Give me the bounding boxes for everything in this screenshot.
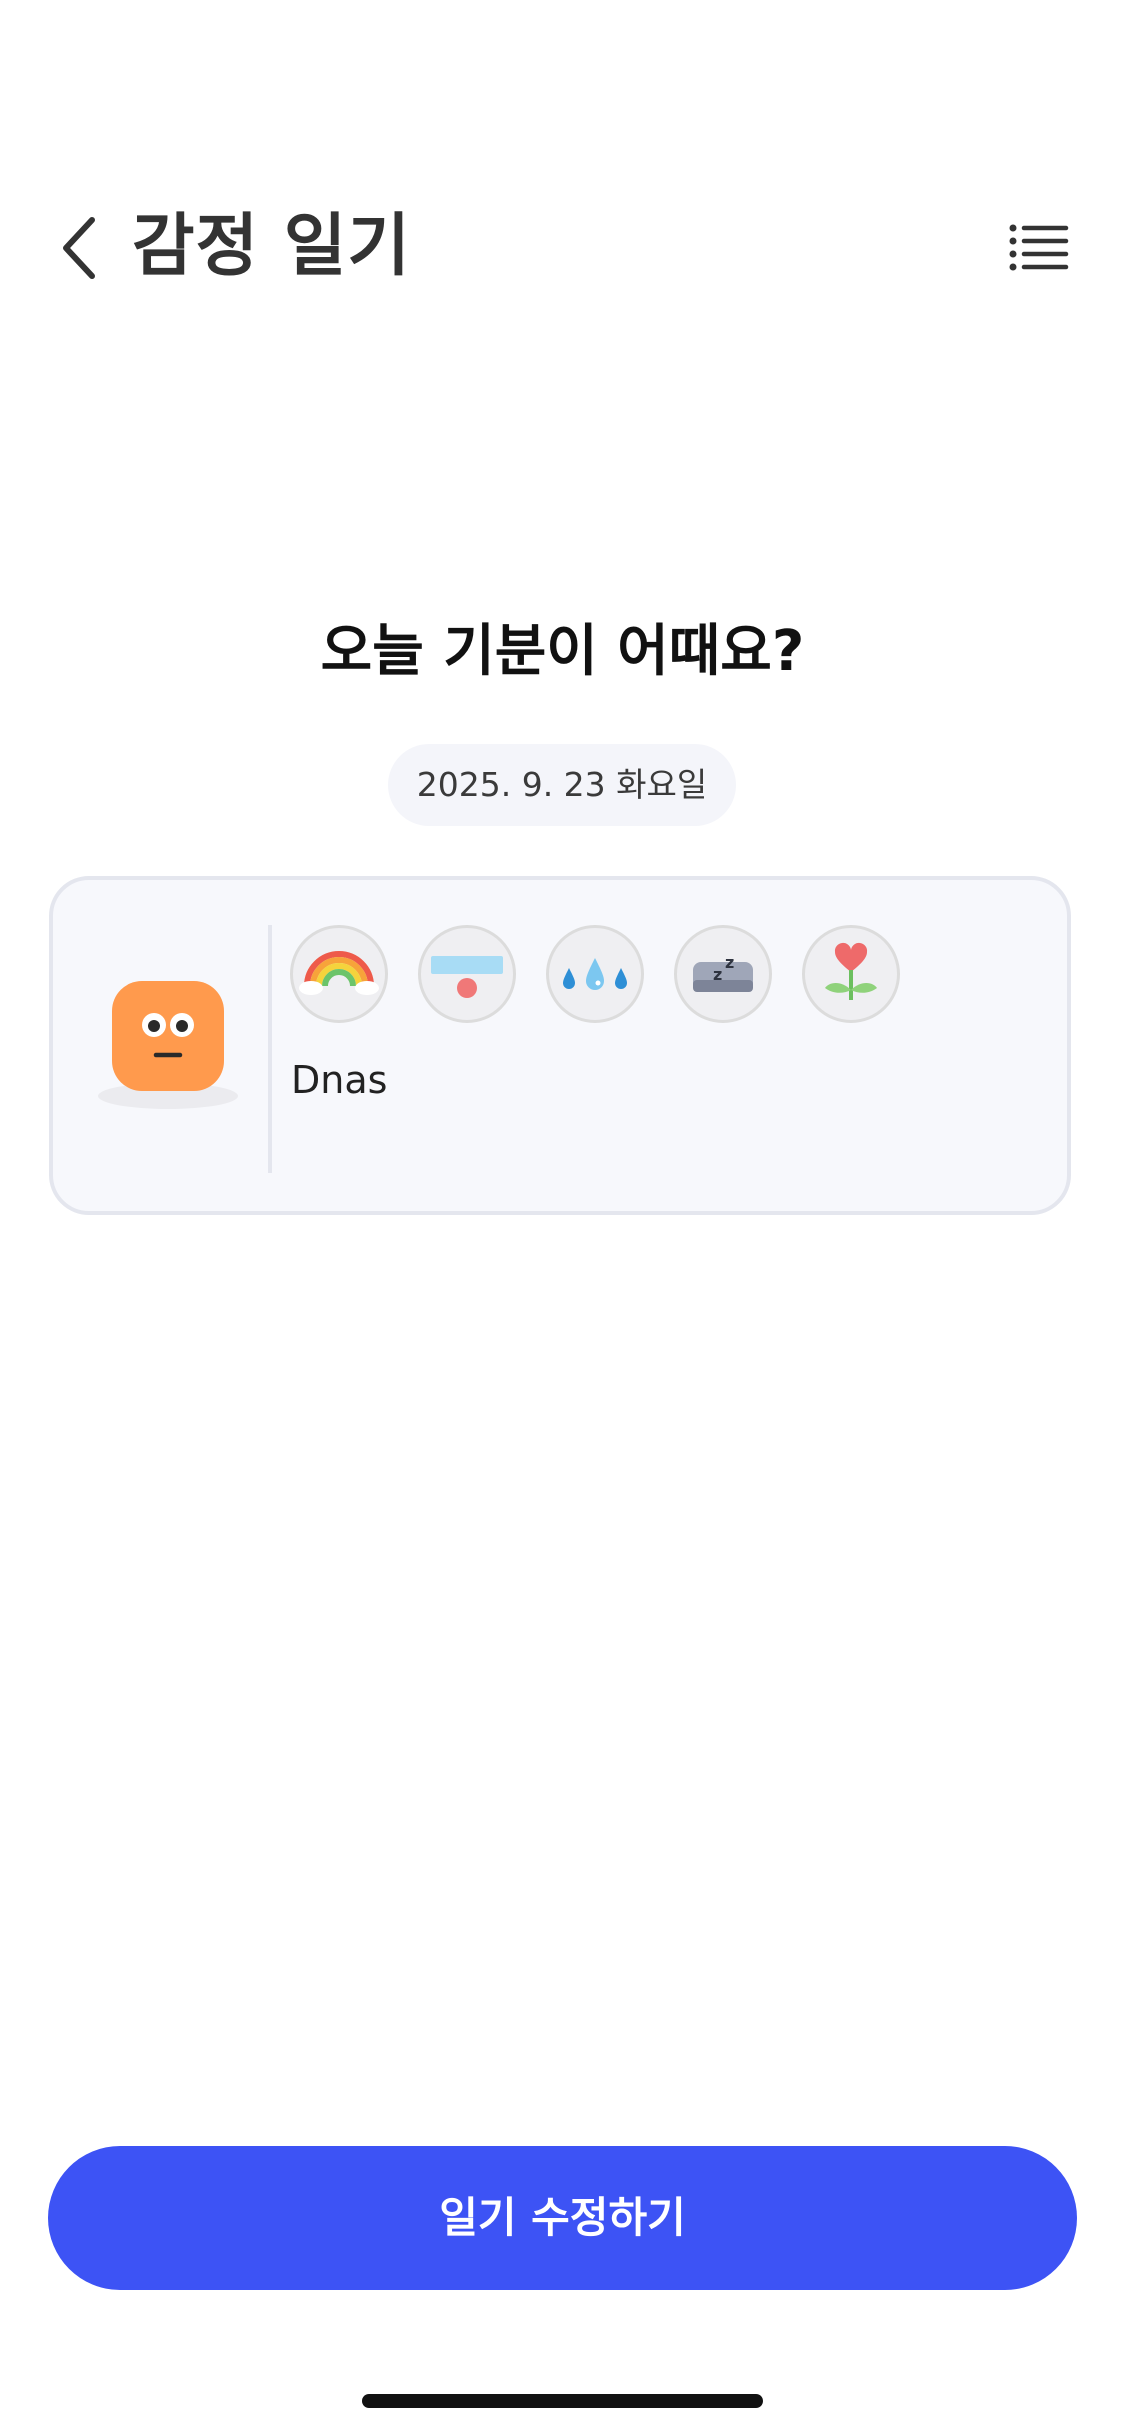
card-divider	[268, 925, 272, 1173]
top-header: 감정 일기	[0, 180, 1125, 310]
diary-entry-card[interactable]: z z Dnas	[49, 876, 1071, 1215]
rainbow-icon	[290, 925, 388, 1023]
svg-text:z: z	[725, 953, 734, 972]
back-button[interactable]	[52, 208, 112, 288]
date-badge: 2025. 9. 23 화요일	[388, 744, 736, 826]
edit-diary-button[interactable]: 일기 수정하기	[48, 2146, 1077, 2290]
heart-flower-icon	[802, 925, 900, 1023]
mood-face-icon	[98, 981, 238, 1111]
sleep-icon: z z	[674, 925, 772, 1023]
page-title: 감정 일기	[132, 207, 411, 286]
entry-text: Dnas	[291, 1058, 388, 1102]
list-icon	[1009, 224, 1069, 271]
rain-drops-icon	[546, 925, 644, 1023]
menu-button[interactable]	[1008, 218, 1072, 278]
home-indicator[interactable]	[362, 2394, 763, 2408]
svg-text:z: z	[713, 965, 722, 984]
activity-icons: z z	[290, 925, 990, 1023]
mood-question: 오늘 기분이 어때요?	[320, 619, 805, 684]
shower-icon	[418, 925, 516, 1023]
chevron-left-icon	[63, 217, 95, 279]
